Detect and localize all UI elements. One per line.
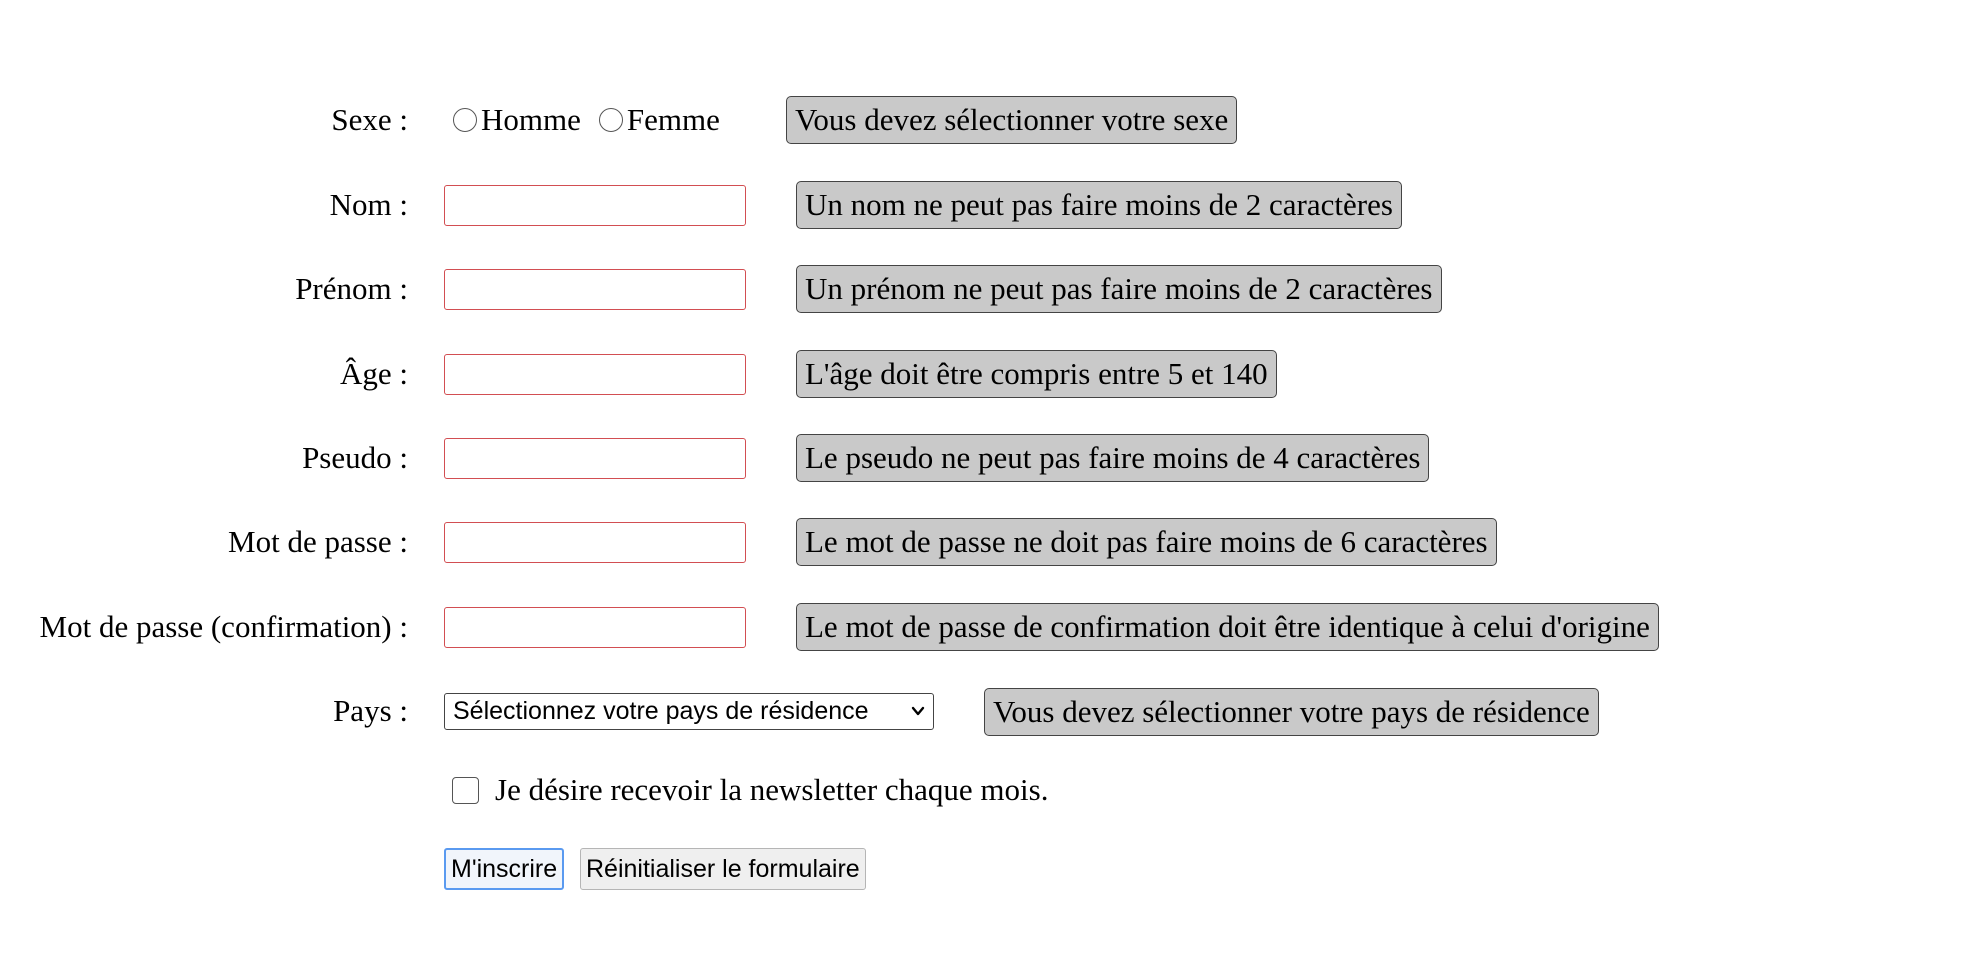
pays-error-message: Vous devez sélectionner votre pays de ré… (984, 688, 1599, 736)
chevron-down-icon (911, 706, 925, 716)
mot-de-passe-error-message: Le mot de passe ne doit pas faire moins … (796, 518, 1497, 566)
submit-button[interactable]: M'inscrire (444, 848, 565, 890)
pseudo-input[interactable] (444, 438, 746, 479)
prenom-label: Prénom : (295, 271, 408, 306)
mot-de-passe-confirmation-input[interactable] (444, 607, 746, 648)
age-input[interactable] (444, 354, 746, 395)
radio-homme-label: Homme (481, 102, 581, 137)
mot-de-passe-confirmation-error-message: Le mot de passe de confirmation doit êtr… (796, 603, 1659, 651)
radio-homme[interactable] (453, 108, 477, 132)
nom-error-message: Un nom ne peut pas faire moins de 2 cara… (796, 181, 1402, 229)
radio-femme[interactable] (598, 108, 623, 132)
pseudo-label: Pseudo : (302, 440, 408, 475)
sexe-label: Sexe : (331, 102, 408, 137)
mot-de-passe-label: Mot de passe : (228, 524, 408, 559)
mot-de-passe-input[interactable] (444, 522, 746, 563)
age-error-message: L'âge doit être compris entre 5 et 140 (796, 350, 1277, 398)
nom-input[interactable] (444, 185, 746, 226)
pays-select[interactable]: Sélectionnez votre pays de résidence (444, 693, 934, 730)
radio-option-homme[interactable]: Homme (453, 102, 581, 138)
reset-button[interactable]: Réinitialiser le formulaire (580, 848, 866, 890)
radio-option-femme[interactable]: Femme (598, 102, 720, 138)
sexe-error-message: Vous devez sélectionner votre sexe (786, 96, 1238, 144)
age-label: Âge : (339, 356, 408, 391)
newsletter-checkbox[interactable] (452, 776, 479, 804)
sexe-radio-group: Homme Femme (453, 100, 738, 140)
registration-form: Sexe : Homme Femme Vous devez sélectionn… (0, 0, 1980, 954)
newsletter-label: Je désire recevoir la newsletter chaque … (495, 772, 1049, 807)
radio-femme-label: Femme (626, 102, 720, 137)
newsletter-row[interactable]: Je désire recevoir la newsletter chaque … (452, 772, 1048, 808)
pays-select-value: Sélectionnez votre pays de résidence (453, 697, 869, 725)
nom-label: Nom : (329, 187, 408, 222)
mot-de-passe-confirmation-label: Mot de passe (confirmation) : (39, 609, 408, 644)
pays-label: Pays : (333, 693, 408, 728)
prenom-input[interactable] (444, 269, 746, 310)
pseudo-error-message: Le pseudo ne peut pas faire moins de 4 c… (796, 434, 1430, 482)
prenom-error-message: Un prénom ne peut pas faire moins de 2 c… (796, 265, 1442, 313)
